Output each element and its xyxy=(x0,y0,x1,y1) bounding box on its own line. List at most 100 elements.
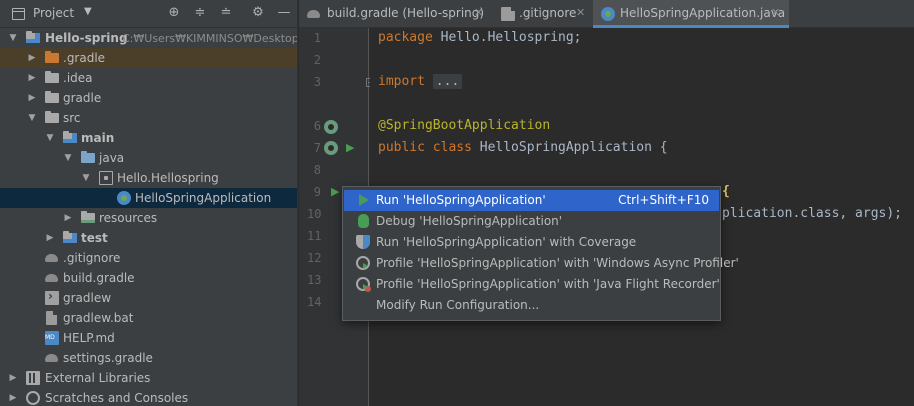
chevron-down-icon[interactable]: ▼ xyxy=(84,6,92,17)
tree-item-scratches[interactable]: ▶ Scratches and Consoles xyxy=(0,388,297,406)
tree-item-idea[interactable]: ▶ .idea xyxy=(0,68,297,88)
menu-item-profile-jfr[interactable]: Profile 'HelloSpringApplication' with 'J… xyxy=(344,274,720,295)
line-number: 11 xyxy=(307,229,322,243)
tree-item-help-md[interactable]: HELP.md xyxy=(0,328,297,348)
folder-icon xyxy=(45,91,59,105)
tree-item-gradlew[interactable]: gradlew xyxy=(0,288,297,308)
chevron-right-icon[interactable]: ▶ xyxy=(27,51,37,65)
tree-item-label: HelloSpringApplication xyxy=(135,191,272,205)
tree-item-label: .idea xyxy=(63,71,93,85)
expand-all-icon[interactable]: ≑ xyxy=(192,5,208,21)
line-number: 13 xyxy=(307,273,322,287)
gitignore-file-icon xyxy=(45,251,59,265)
tree-item-label: Scratches and Consoles xyxy=(45,391,189,405)
tree-item-hellospringapplication[interactable]: HelloSpringApplication xyxy=(0,188,297,208)
run-gutter-icon[interactable]: ▶ xyxy=(346,141,360,155)
tree-item-hello-spring[interactable]: ▼ Hello-spring C:₩Users₩KIMMINSO₩Desktop… xyxy=(0,28,297,48)
tree-item-label: resources xyxy=(99,211,158,225)
menu-item-profile-async[interactable]: Profile 'HelloSpringApplication' with 'W… xyxy=(344,253,739,274)
chevron-right-icon[interactable]: ▶ xyxy=(45,231,55,245)
tree-item-label: gradle xyxy=(63,91,102,105)
tree-item-label: External Libraries xyxy=(45,371,151,385)
line-number: 7 xyxy=(313,141,321,155)
scratches-icon xyxy=(26,391,40,405)
module-folder-icon xyxy=(63,131,77,145)
code-line-6: @SpringBootApplication xyxy=(378,116,550,136)
tree-item-gradlew-bat[interactable]: gradlew.bat xyxy=(0,308,297,328)
close-icon[interactable]: ✕ xyxy=(771,6,780,19)
locate-file-icon[interactable]: ⊕ xyxy=(166,5,182,21)
tree-item-main[interactable]: ▼ main xyxy=(0,128,297,148)
editor-tab-bar: build.gradle (Hello-spring) ✕ .gitignore… xyxy=(299,0,914,28)
tree-item-gradle-dir[interactable]: ▶ .gradle xyxy=(0,48,297,68)
collapse-all-icon[interactable]: ≐ xyxy=(218,5,234,21)
folder-icon xyxy=(45,111,59,125)
spring-class-icon xyxy=(117,191,131,205)
line-number: 3 xyxy=(313,75,321,89)
tree-item-package[interactable]: ▼ Hello.Hellospring xyxy=(0,168,297,188)
annotation: @SpringBootApplication xyxy=(378,118,551,133)
chevron-down-icon[interactable]: ▼ xyxy=(45,131,55,145)
chevron-down-icon[interactable]: ▼ xyxy=(8,31,18,45)
folded-imports[interactable]: ... xyxy=(432,74,463,89)
chevron-down-icon[interactable]: ▼ xyxy=(63,151,73,165)
tree-item-gradle[interactable]: ▶ gradle xyxy=(0,88,297,108)
tree-item-java[interactable]: ▼ java xyxy=(0,148,297,168)
tree-item-label: HELP.md xyxy=(63,331,115,345)
line-number: 12 xyxy=(307,251,322,265)
project-header: Project ▼ ⊕ ≑ ≐ ⚙ — xyxy=(0,0,297,28)
hide-panel-icon[interactable]: — xyxy=(276,5,292,21)
menu-item-label: Debug 'HelloSpringApplication' xyxy=(376,214,563,228)
tree-item-resources[interactable]: ▶ resources xyxy=(0,208,297,228)
brace: { xyxy=(722,184,730,199)
module-folder-icon xyxy=(26,31,40,45)
run-context-popup: Run 'HelloSpringApplication' Ctrl+Shift+… xyxy=(342,186,739,321)
menu-item-label: Profile 'HelloSpringApplication' with 'J… xyxy=(376,277,720,291)
run-icon xyxy=(356,193,370,207)
menu-item-label: Modify Run Configuration... xyxy=(376,298,540,312)
tab-gitignore[interactable]: .gitignore ✕ xyxy=(493,0,593,28)
close-icon[interactable]: ✕ xyxy=(474,6,483,19)
spring-bean-icon[interactable] xyxy=(324,120,338,134)
tree-item-settings-gradle[interactable]: settings.gradle xyxy=(0,348,297,368)
code-line-9: { xyxy=(722,182,730,202)
chevron-down-icon[interactable]: ▼ xyxy=(27,111,37,125)
tree-item-src[interactable]: ▼ src xyxy=(0,108,297,128)
code-line-10: plication.class, args); xyxy=(722,204,902,224)
spring-bean-icon[interactable] xyxy=(324,141,338,155)
chevron-right-icon[interactable]: ▶ xyxy=(8,371,18,385)
folder-icon xyxy=(45,71,59,85)
tab-build-gradle[interactable]: build.gradle (Hello-spring) ✕ xyxy=(299,0,493,28)
chevron-right-icon[interactable]: ▶ xyxy=(27,91,37,105)
tree-item-label: Hello.Hellospring xyxy=(117,171,219,185)
close-icon[interactable]: ✕ xyxy=(576,6,585,19)
menu-item-modify-run-config[interactable]: Modify Run Configuration... xyxy=(344,295,719,316)
chevron-down-icon[interactable]: ▼ xyxy=(81,171,91,185)
tree-item-label: .gradle xyxy=(63,51,106,65)
tree-item-label: src xyxy=(63,111,81,125)
coverage-icon xyxy=(356,235,370,249)
spring-class-icon xyxy=(601,7,615,21)
tree-item-build-gradle[interactable]: build.gradle xyxy=(0,268,297,288)
tree-item-test[interactable]: ▶ test xyxy=(0,228,297,248)
menu-item-label: Run 'HelloSpringApplication' with Covera… xyxy=(376,235,637,249)
menu-item-run[interactable]: Run 'HelloSpringApplication' Ctrl+Shift+… xyxy=(344,190,719,211)
project-view-selector[interactable]: Project xyxy=(33,6,74,20)
tree-item-external-libraries[interactable]: ▶ External Libraries xyxy=(0,368,297,388)
tree-item-gitignore[interactable]: .gitignore xyxy=(0,248,297,268)
excluded-folder-icon xyxy=(45,51,59,65)
menu-item-label: Run 'HelloSpringApplication' xyxy=(376,193,546,207)
chevron-right-icon[interactable]: ▶ xyxy=(63,211,73,225)
gear-icon[interactable]: ⚙ xyxy=(250,5,266,21)
keyword: package xyxy=(378,30,433,45)
tab-hellospringapplication[interactable]: HelloSpringApplication.java ✕ xyxy=(593,0,789,28)
menu-item-debug[interactable]: Debug 'HelloSpringApplication' xyxy=(344,211,719,232)
line-number: 10 xyxy=(307,207,322,221)
keyword: import xyxy=(378,74,425,89)
menu-item-coverage[interactable]: Run 'HelloSpringApplication' with Covera… xyxy=(344,232,719,253)
tab-label: .gitignore xyxy=(519,6,577,20)
chevron-right-icon[interactable]: ▶ xyxy=(27,71,37,85)
line-number: 2 xyxy=(313,53,321,67)
class-name: HelloSpringApplication { xyxy=(471,140,668,155)
chevron-right-icon[interactable]: ▶ xyxy=(8,391,18,405)
